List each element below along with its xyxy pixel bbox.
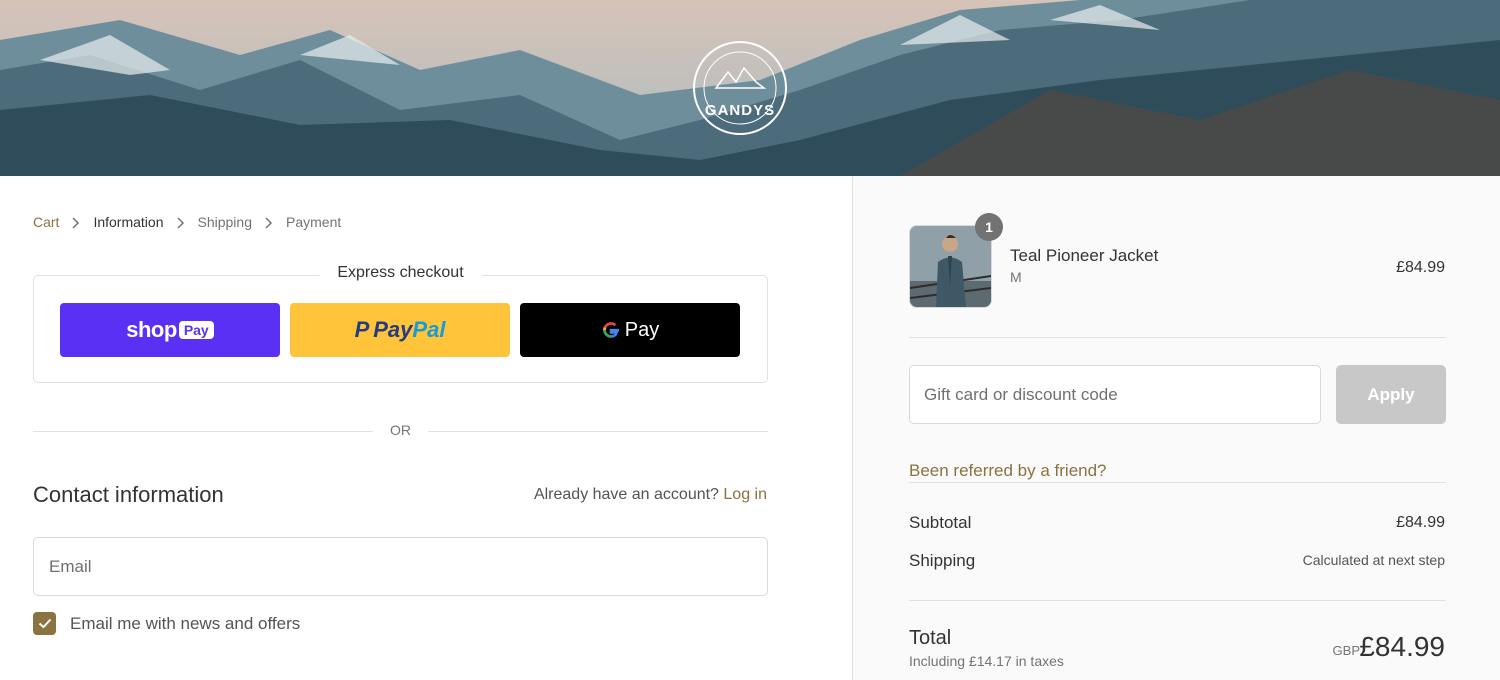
divider [909,482,1446,483]
divider [909,337,1446,338]
shop-pay-button[interactable]: shop Pay [60,303,280,357]
account-prompt-text: Already have an account? [533,486,719,503]
checkmark-icon [38,618,51,629]
contact-information-heading: Contact information [33,482,224,507]
breadcrumb-payment: Payment [286,214,342,230]
product-price: £84.99 [1396,259,1445,276]
brand-logo-icon[interactable] [690,38,790,138]
breadcrumb-information: Information [93,214,164,230]
subtotal-label: Subtotal [909,513,972,532]
chevron-right-icon [59,214,93,230]
total-amount: £84.99 [1359,631,1445,662]
currency-code: GBP [1332,643,1360,658]
hero-banner: GANDYS [0,0,1500,176]
quantity-badge: 1 [975,213,1003,241]
chevron-right-icon [164,214,198,230]
breadcrumb-cart[interactable]: Cart [33,214,59,230]
email-field[interactable] [33,537,768,596]
newsletter-option[interactable]: Email me with news and offers [33,612,300,635]
google-pay-button[interactable]: Pay [520,303,740,357]
paypal-button[interactable]: P Pay Pal [290,303,510,357]
google-pay-wordmark: Pay [624,318,660,341]
order-summary: 1 Teal Pioneer Jacket M £84.99 Apply Bee… [852,176,1500,680]
product-image [910,226,991,307]
shop-pay-wordmark: shop [126,317,177,342]
brand-logo-text: GANDYS [704,102,776,119]
shipping-label: Shipping [909,551,976,570]
product-variant: M [1010,269,1022,285]
tax-note: Including £14.17 in taxes [909,653,1064,669]
breadcrumb: Cart Information Shipping Payment [33,214,341,230]
express-checkout-title: Express checkout [33,264,768,282]
or-divider: OR [33,422,768,442]
newsletter-label: Email me with news and offers [70,613,301,633]
account-prompt: Already have an account? Log in [534,486,767,504]
subtotal-value: £84.99 [1396,514,1445,531]
product-name: Teal Pioneer Jacket [1010,246,1159,265]
chevron-right-icon [252,214,286,230]
newsletter-checkbox[interactable] [33,612,56,635]
checkout-main: Cart Information Shipping Payment Expres… [0,176,852,680]
breadcrumb-shipping: Shipping [197,214,253,230]
paypal-icon: P [354,317,370,342]
paypal-wordmark-pal: Pal [412,317,446,342]
shipping-value: Calculated at next step [1302,552,1445,568]
shop-pay-badge: Pay [178,321,214,339]
paypal-wordmark-pay: Pay [373,317,413,342]
discount-code-input[interactable] [909,365,1321,424]
login-link[interactable]: Log in [723,486,767,503]
divider [909,600,1446,601]
or-text: OR [390,422,411,438]
referral-link[interactable]: Been referred by a friend? [909,461,1107,481]
total-label: Total [909,627,952,649]
apply-discount-button[interactable]: Apply [1336,365,1446,424]
google-g-icon [602,322,619,338]
